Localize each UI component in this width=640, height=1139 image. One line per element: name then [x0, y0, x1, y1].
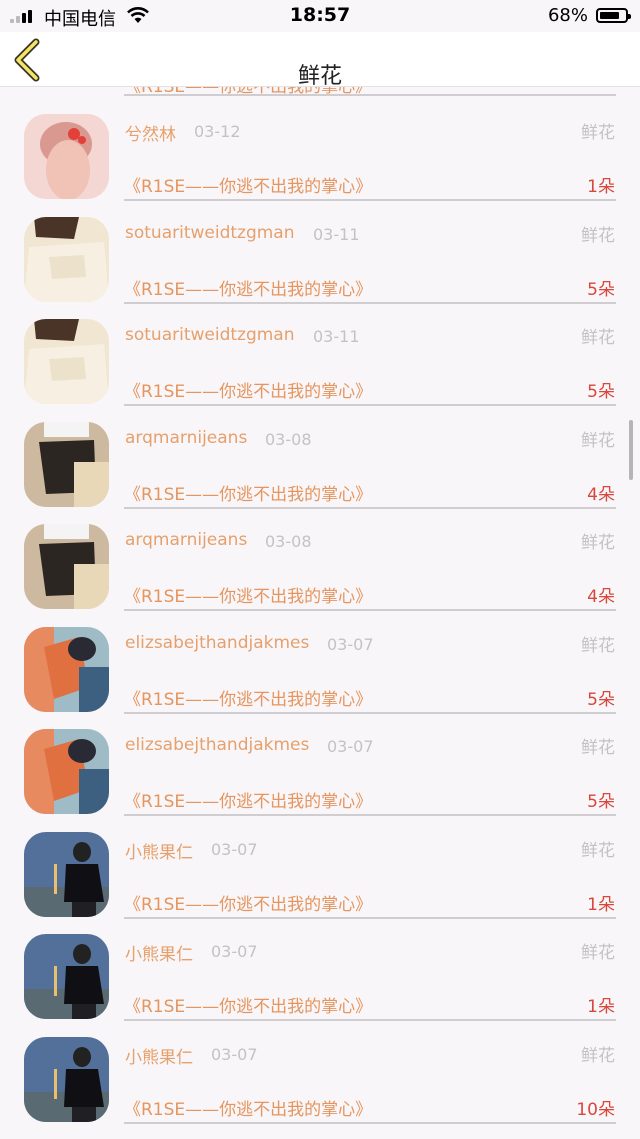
- gift-type: 鲜花: [581, 635, 615, 656]
- gift-type: 鲜花: [581, 225, 615, 246]
- song-title[interactable]: 《R1SE——你逃不出我的掌心》: [124, 275, 372, 300]
- username[interactable]: elizsabejthandjakmes: [125, 735, 309, 755]
- gift-date: 03-07: [211, 942, 258, 961]
- avatar[interactable]: [24, 319, 109, 404]
- flower-count: 4朵: [587, 484, 615, 505]
- list-item[interactable]: elizsabejthandjakmes 03-07 鲜花《R1SE——你逃不出我的…: [0, 729, 640, 831]
- row-divider: [124, 404, 616, 406]
- avatar[interactable]: [24, 1036, 109, 1122]
- avatar[interactable]: [24, 626, 109, 712]
- avatar[interactable]: [24, 421, 109, 507]
- flower-count: 5朵: [587, 792, 615, 812]
- list-item[interactable]: arqmarnijeans 03-08 鲜花《R1SE——你逃不出我的掌心》 4朵: [0, 524, 640, 626]
- avatar[interactable]: [24, 831, 109, 917]
- gift-type: 鲜花: [581, 430, 615, 451]
- status-bar: 中国电信 18:57 68%: [0, 0, 640, 32]
- gift-date: 03-08: [265, 429, 312, 449]
- gift-type: 鲜花: [581, 840, 615, 861]
- gift-date: 03-11: [313, 224, 360, 244]
- battery-percent: 68%: [547, 5, 588, 26]
- list-item[interactable]: arqmarnijeans 03-08 鲜花《R1SE——你逃不出我的掌心》 4朵: [0, 421, 640, 524]
- avatar[interactable]: [24, 114, 109, 199]
- song-title[interactable]: 《R1SE——你逃不出我的掌心》: [124, 1095, 372, 1120]
- username[interactable]: 兮然林: [125, 120, 176, 145]
- list-item[interactable]: 小熊果仁 03-07 鲜花《R1SE——你逃不出我的掌心》 1朵: [0, 934, 640, 1036]
- gift-type: 鲜花: [581, 1045, 615, 1066]
- gift-type: 鲜花: [581, 123, 615, 143]
- username[interactable]: arqmarnijeans: [125, 530, 247, 550]
- flower-count: 5朵: [587, 689, 615, 710]
- username[interactable]: 小熊果仁: [125, 838, 193, 863]
- song-title[interactable]: 《R1SE——你逃不出我的掌心》: [124, 890, 372, 915]
- flower-count: 1朵: [587, 997, 615, 1017]
- row-divider: [124, 1019, 616, 1021]
- list-item[interactable]: elizsabejthandjakmes 03-07 鲜花《R1SE——你逃不出我的…: [0, 626, 640, 729]
- flower-count: 5朵: [587, 382, 615, 402]
- username[interactable]: sotuaritweidtzgman: [125, 223, 295, 243]
- gift-type: 鲜花: [581, 738, 615, 758]
- row-divider: [124, 506, 616, 509]
- song-title[interactable]: 《R1SE——你逃不出我的掌心》: [124, 377, 372, 402]
- flower-count: 10朵: [576, 1099, 615, 1120]
- navigation-bar: 鲜花: [0, 32, 640, 89]
- username[interactable]: arqmarnijeans: [125, 428, 247, 448]
- flower-count: 1朵: [587, 177, 615, 197]
- list-item[interactable]: sotuaritweidtzgman 03-11 鲜花《R1SE——你逃不出我的掌心…: [0, 319, 640, 421]
- list-item[interactable]: 兮然林 03-12 鲜花《R1SE——你逃不出我的掌心》 1朵: [0, 114, 640, 216]
- gift-type: 鲜花: [581, 943, 615, 963]
- row-divider: [124, 916, 616, 919]
- avatar[interactable]: [24, 934, 109, 1019]
- row-divider: [124, 301, 616, 304]
- song-title[interactable]: 《R1SE——你逃不出我的掌心》: [124, 992, 372, 1017]
- avatar[interactable]: [24, 216, 109, 302]
- gift-date: 03-07: [327, 737, 374, 756]
- row-divider: [124, 814, 616, 816]
- song-title[interactable]: 《R1SE——你逃不出我的掌心》: [124, 787, 372, 812]
- gift-date: 03-07: [211, 1044, 258, 1064]
- row-divider: [124, 609, 616, 611]
- flower-count: 5朵: [587, 279, 615, 300]
- list-item[interactable]: 小熊果仁 03-07 鲜花《R1SE——你逃不出我的掌心》 1朵: [0, 831, 640, 934]
- username[interactable]: 小熊果仁: [125, 940, 193, 965]
- song-title[interactable]: 《R1SE——你逃不出我的掌心》: [124, 480, 372, 505]
- battery-icon: [596, 8, 631, 23]
- gift-date: 03-07: [327, 634, 374, 654]
- song-title[interactable]: 《R1SE——你逃不出我的掌心》: [124, 582, 372, 607]
- row-divider: [124, 94, 616, 96]
- gift-type: 鲜花: [581, 328, 615, 348]
- avatar[interactable]: [24, 729, 109, 814]
- gift-date: 03-08: [265, 532, 312, 551]
- row-divider: [124, 199, 616, 201]
- list-item[interactable]: 小熊果仁 03-07 鲜花《R1SE——你逃不出我的掌心》 10朵: [0, 1036, 640, 1139]
- clock: 18:57: [289, 4, 351, 26]
- scrollbar[interactable]: [629, 420, 633, 480]
- row-divider: [124, 1121, 616, 1124]
- username[interactable]: sotuaritweidtzgman: [125, 325, 295, 345]
- song-title[interactable]: 《R1SE——你逃不出我的掌心》: [124, 685, 372, 710]
- gift-type: 鲜花: [581, 533, 615, 553]
- gift-date: 03-12: [194, 122, 241, 141]
- username[interactable]: 小熊果仁: [125, 1043, 193, 1068]
- flower-count: 1朵: [587, 894, 615, 915]
- gift-date: 03-11: [313, 327, 360, 346]
- song-title[interactable]: 《R1SE——你逃不出我的掌心》: [124, 172, 372, 197]
- avatar[interactable]: [24, 524, 109, 609]
- gift-date: 03-07: [211, 839, 258, 859]
- page-title: 鲜花: [297, 64, 342, 89]
- username[interactable]: elizsabejthandjakmes: [125, 633, 309, 653]
- row-divider: [124, 711, 616, 714]
- flower-count: 4朵: [587, 587, 615, 607]
- list-item[interactable]: sotuaritweidtzgman 03-11 鲜花《R1SE——你逃不出我的掌心…: [0, 216, 640, 319]
